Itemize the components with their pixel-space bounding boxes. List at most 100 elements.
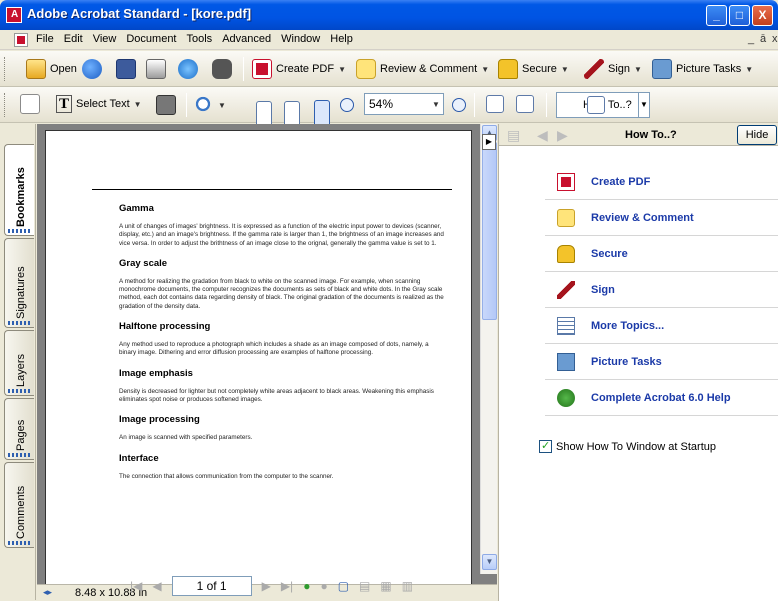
scrollbar-thumb[interactable] <box>482 142 497 320</box>
how-to-item-label[interactable]: Complete Acrobat 6.0 Help <box>591 392 731 404</box>
document-pane[interactable]: Gamma A unit of changes of images' brigh… <box>37 124 497 584</box>
how-to-item-label[interactable]: Review & Comment <box>591 212 694 224</box>
startup-checkbox[interactable] <box>539 439 552 453</box>
previous-view-icon[interactable]: ● <box>303 579 310 593</box>
secure-button[interactable]: Secure ▼ <box>498 59 569 79</box>
create-pdf-button[interactable]: Create PDF ▼ <box>252 59 346 79</box>
panel-expand-arrow-icon[interactable]: ▶ <box>482 134 496 150</box>
menu-file[interactable]: File <box>36 33 54 45</box>
forward-arrow-icon[interactable]: ▶ <box>557 127 568 144</box>
menu-help[interactable]: Help <box>330 33 353 45</box>
last-page-icon[interactable]: ▶| <box>281 579 293 593</box>
chevron-down-icon[interactable]: ▼ <box>134 100 142 109</box>
hand-tool-button[interactable] <box>20 94 40 114</box>
chevron-down-icon[interactable]: ▼ <box>218 101 226 110</box>
tab-bookmarks[interactable]: Bookmarks <box>4 144 34 236</box>
picture-tasks-button[interactable]: Picture Tasks ▼ <box>652 59 753 79</box>
menu-view[interactable]: View <box>93 33 117 45</box>
menu-document[interactable]: Document <box>126 33 176 45</box>
rotate-right-button[interactable] <box>516 95 534 113</box>
chevron-down-icon[interactable]: ▼ <box>481 65 489 74</box>
toolbar-grip[interactable] <box>4 93 7 117</box>
select-text-button[interactable]: T Select Text ▼ <box>56 95 142 113</box>
menu-advanced[interactable]: Advanced <box>222 33 271 45</box>
basic-toolbar: T Select Text ▼ ▼ 54% ▼ How To..? ▼ <box>0 87 778 555</box>
next-page-icon[interactable]: ▶ <box>262 579 271 593</box>
how-to-item-label[interactable]: More Topics... <box>591 320 664 332</box>
home-icon[interactable]: ▤ <box>507 127 520 144</box>
how-to-item-sign[interactable]: Sign <box>545 272 778 308</box>
document-icon[interactable] <box>14 33 28 47</box>
zoom-out-button[interactable] <box>340 98 354 112</box>
menu-edit[interactable]: Edit <box>64 33 83 45</box>
startup-checkbox-label[interactable]: Show How To Window at Startup <box>556 441 716 453</box>
how-to-item-secure[interactable]: Secure <box>545 236 778 272</box>
navigation-pane-tabs: Bookmarks Signatures Layers Pages Commen… <box>0 124 36 600</box>
how-to-item-create-pdf[interactable]: Create PDF <box>545 164 778 200</box>
how-to-item-more-topics[interactable]: More Topics... <box>545 308 778 344</box>
print-icon <box>146 59 166 79</box>
chevron-down-icon[interactable]: ▼ <box>338 65 346 74</box>
save-button[interactable] <box>116 59 136 79</box>
section-body: A method for realizing the gradation fro… <box>119 277 444 310</box>
zoom-dropdown-chevron-icon[interactable]: ▼ <box>432 100 440 109</box>
tab-pages-label: Pages <box>15 419 27 451</box>
how-to-item-picture-tasks[interactable]: Picture Tasks <box>545 344 778 380</box>
chevron-down-icon[interactable]: ▼ <box>745 65 753 74</box>
print-button[interactable] <box>146 59 166 79</box>
open-button[interactable]: Open <box>26 59 77 79</box>
menu-window[interactable]: Window <box>281 33 320 45</box>
next-view-icon[interactable]: ● <box>320 579 327 593</box>
maximize-button[interactable]: □ <box>729 5 750 26</box>
continuous-icon[interactable]: ▤ <box>359 579 370 593</box>
tab-layers[interactable]: Layers <box>4 330 34 396</box>
single-page-icon[interactable]: ▢ <box>338 579 349 593</box>
how-to-header: ▤ ◀ ▶ How To..? Hide <box>499 124 778 146</box>
zoom-in-button[interactable] <box>452 98 466 112</box>
how-to-item-label[interactable]: Picture Tasks <box>591 356 662 368</box>
organizer-button[interactable] <box>82 59 102 79</box>
first-page-icon[interactable]: |◀ <box>130 579 142 593</box>
previous-page-icon[interactable]: ◀ <box>152 579 161 593</box>
facing-icon[interactable]: ▥ <box>402 579 413 593</box>
zoom-in-icon <box>194 95 214 115</box>
menu-tools[interactable]: Tools <box>187 33 213 45</box>
startup-checkbox-row[interactable]: Show How To Window at Startup <box>539 439 716 453</box>
pdf-page[interactable]: Gamma A unit of changes of images' brigh… <box>45 130 472 584</box>
tab-signatures[interactable]: Signatures <box>4 238 34 328</box>
hide-button[interactable]: Hide <box>737 125 777 145</box>
how-to-item-review-comment[interactable]: Review & Comment <box>545 200 778 236</box>
tab-comments[interactable]: Comments <box>4 462 34 548</box>
scroll-down-button[interactable]: ▼ <box>482 554 497 570</box>
snapshot-tool-button[interactable] <box>156 95 176 115</box>
close-button[interactable]: X <box>752 5 773 26</box>
toolbar-grip[interactable] <box>4 57 7 81</box>
how-to-item-label[interactable]: Sign <box>591 284 615 296</box>
collapse-arrows-icon[interactable]: ◂▸ <box>43 587 52 598</box>
page-number-field[interactable]: 1 of 1 <box>171 576 252 596</box>
review-comment-button[interactable]: Review & Comment ▼ <box>356 59 489 79</box>
doc-close-button[interactable]: x <box>772 33 778 45</box>
zoom-tool-button[interactable]: ▼ <box>194 95 226 115</box>
how-to-item-complete-help[interactable]: Complete Acrobat 6.0 Help <box>545 380 778 416</box>
chevron-down-icon[interactable]: ▼ <box>561 65 569 74</box>
tab-pages[interactable]: Pages <box>4 398 34 460</box>
search-button[interactable] <box>212 59 232 79</box>
chevron-down-icon[interactable]: ▼ <box>634 65 642 74</box>
vertical-scrollbar[interactable]: ▲ ▼ <box>480 124 497 574</box>
back-arrow-icon[interactable]: ◀ <box>537 127 548 144</box>
acrobat-app-icon[interactable] <box>6 7 22 23</box>
how-to-chevron-icon[interactable]: ▼ <box>638 92 650 118</box>
doc-restore-button[interactable]: ā <box>760 33 766 45</box>
tab-grip <box>8 321 30 325</box>
how-to-dropdown[interactable]: How To..? <box>556 92 650 118</box>
minimize-button[interactable]: _ <box>706 5 727 26</box>
toolbar-separator <box>474 93 475 117</box>
sign-button[interactable]: Sign ▼ <box>584 59 642 79</box>
doc-minimize-button[interactable]: _ <box>748 33 754 45</box>
rotate-left-button[interactable] <box>486 95 504 113</box>
continuous-facing-icon[interactable]: ▦ <box>380 579 391 593</box>
how-to-item-label[interactable]: Secure <box>591 248 628 260</box>
email-button[interactable] <box>178 59 198 79</box>
how-to-item-label[interactable]: Create PDF <box>591 176 650 188</box>
